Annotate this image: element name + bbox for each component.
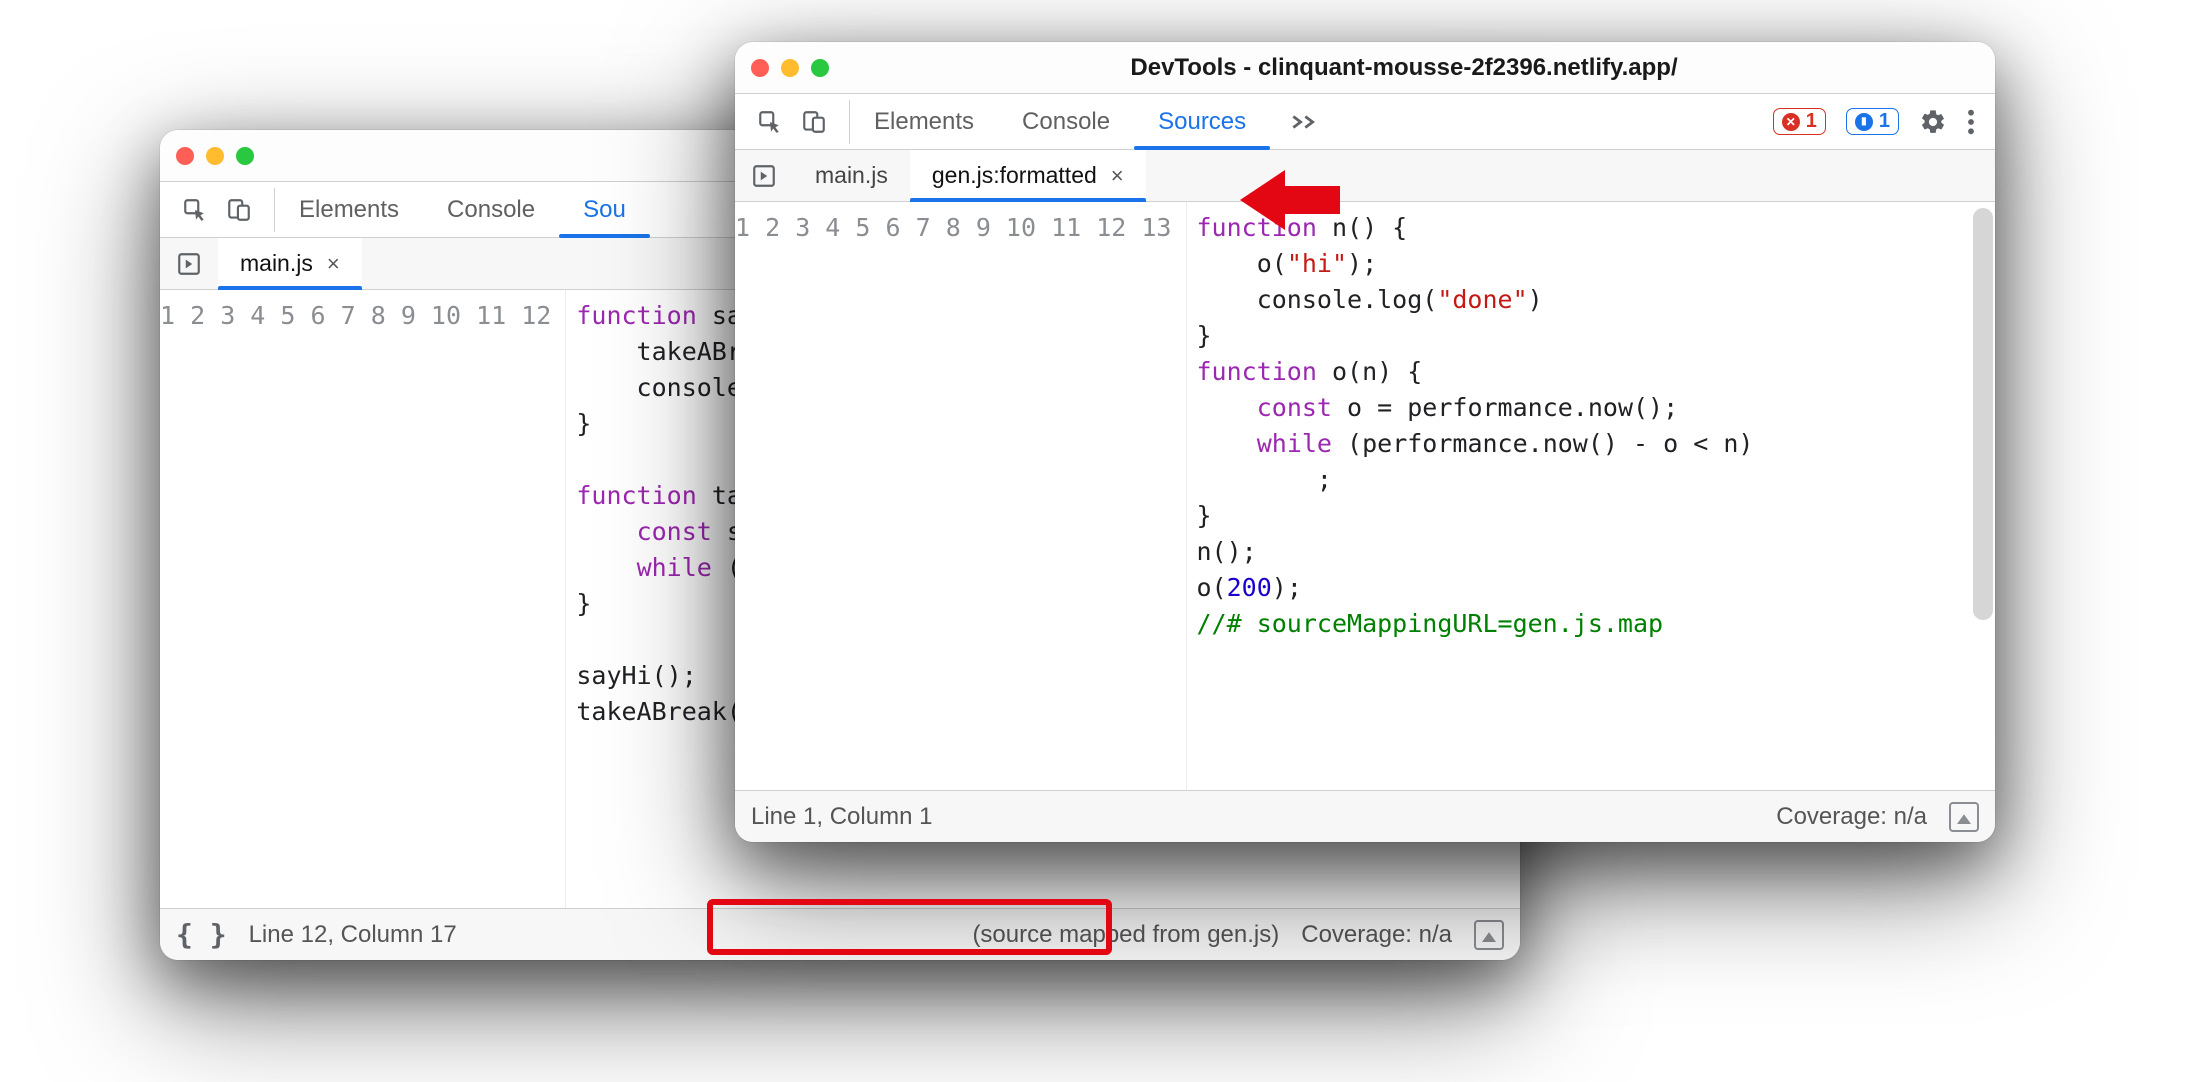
cursor-position: Line 1, Column 1 (751, 803, 932, 831)
status-bar: Line 1, Column 1 Coverage: n/a (735, 790, 1995, 842)
info-count: 1 (1879, 110, 1890, 133)
coverage-info: Coverage: n/a (1301, 921, 1452, 949)
coverage-info: Coverage: n/a (1776, 803, 1927, 831)
traffic-close[interactable] (176, 147, 194, 165)
panel-tab-elements[interactable]: Elements (850, 94, 998, 149)
code-content[interactable]: function n() { o("hi"); console.log("don… (1187, 202, 1996, 790)
device-toggle-icon[interactable] (801, 109, 827, 135)
line-gutter: 1 2 3 4 5 6 7 8 9 10 11 12 13 (735, 202, 1187, 790)
file-tab-label: gen.js:formatted (932, 162, 1097, 189)
error-count: 1 (1806, 110, 1817, 133)
traffic-min[interactable] (206, 147, 224, 165)
file-tabs-bar: main.js gen.js:formatted × (735, 150, 1995, 202)
window-title: DevTools - clinquant-mousse-2f2396.netli… (829, 54, 1979, 82)
close-tab-icon[interactable]: × (1111, 163, 1124, 189)
line-gutter: 1 2 3 4 5 6 7 8 9 10 11 12 (160, 290, 566, 908)
close-tab-icon[interactable]: × (327, 251, 340, 277)
scrollbar[interactable] (1973, 208, 1993, 620)
pretty-print-icon[interactable]: { } (176, 918, 227, 951)
panel-tab-console[interactable]: Console (998, 94, 1134, 149)
error-count-badge[interactable]: ✕ 1 (1773, 108, 1826, 135)
traffic-close[interactable] (751, 59, 769, 77)
device-toggle-icon[interactable] (226, 197, 252, 223)
inspect-icon[interactable] (757, 109, 783, 135)
devtools-toolbar: Elements Console Sources ✕ 1 ▮ 1 (735, 94, 1995, 150)
panel-tab-elements[interactable]: Elements (275, 182, 423, 237)
settings-icon[interactable] (1919, 108, 1947, 136)
file-tab-main-js[interactable]: main.js × (218, 238, 362, 289)
cursor-position: Line 12, Column 17 (249, 921, 457, 949)
devtools-window-b: DevTools - clinquant-mousse-2f2396.netli… (735, 42, 1995, 842)
titlebar: DevTools - clinquant-mousse-2f2396.netli… (735, 42, 1995, 94)
navigator-toggle-icon[interactable] (160, 251, 218, 277)
error-icon: ✕ (1782, 113, 1800, 131)
file-tab-main-js[interactable]: main.js (793, 150, 910, 201)
file-tab-label: main.js (240, 250, 313, 277)
panel-tab-sources[interactable]: Sources (1134, 94, 1270, 149)
annotation-arrow-icon (1230, 160, 1350, 240)
popout-icon[interactable] (1949, 802, 1979, 832)
navigator-toggle-icon[interactable] (735, 163, 793, 189)
more-menu-icon[interactable] (1967, 108, 1975, 136)
annotation-redbox (707, 899, 1112, 955)
traffic-max[interactable] (811, 59, 829, 77)
inspect-icon[interactable] (182, 197, 208, 223)
file-tab-label: main.js (815, 162, 888, 189)
panel-tab-console[interactable]: Console (423, 182, 559, 237)
code-editor[interactable]: 1 2 3 4 5 6 7 8 9 10 11 12 13 function n… (735, 202, 1995, 790)
info-count-badge[interactable]: ▮ 1 (1846, 108, 1899, 135)
info-icon: ▮ (1855, 113, 1873, 131)
traffic-max[interactable] (236, 147, 254, 165)
popout-icon[interactable] (1474, 920, 1504, 950)
file-tab-gen-js-formatted[interactable]: gen.js:formatted × (910, 150, 1146, 201)
traffic-min[interactable] (781, 59, 799, 77)
panel-tab-sources[interactable]: Sou (559, 182, 650, 237)
panel-more-icon[interactable] (1270, 94, 1336, 149)
